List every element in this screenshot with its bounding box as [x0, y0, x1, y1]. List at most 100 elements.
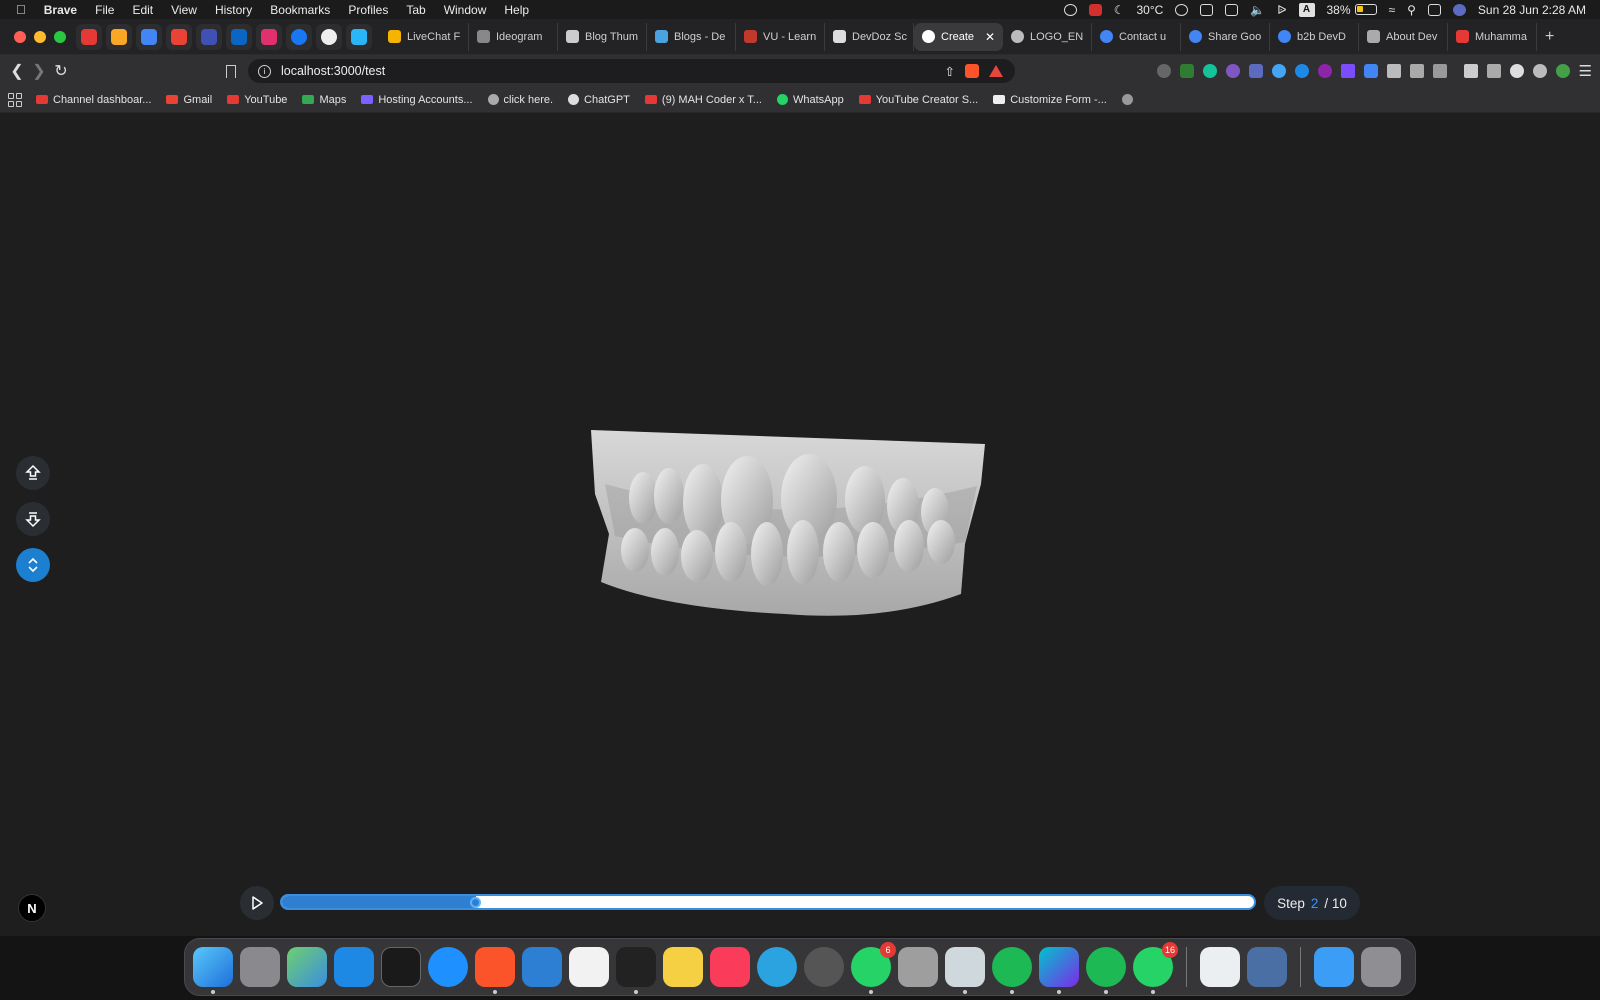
tab-devdoz[interactable]: DevDoz Sc	[825, 22, 914, 51]
extension-badge-icon[interactable]	[1317, 64, 1332, 78]
launchpad-icon[interactable]	[240, 947, 280, 987]
bookmark-mah-coder[interactable]: (9) MAH Coder x T...	[644, 94, 762, 106]
notes-icon[interactable]	[663, 947, 703, 987]
extension-translate-icon[interactable]	[1363, 64, 1378, 78]
bookmark-customize-form[interactable]: Customize Form -...	[993, 94, 1107, 106]
profile-avatar-icon[interactable]	[1555, 64, 1570, 78]
menu-profiles[interactable]: Profiles	[348, 3, 388, 17]
bookmark-maps[interactable]: Maps	[302, 94, 346, 106]
minimize-window-button[interactable]	[34, 30, 46, 43]
app-menu-name[interactable]: Brave	[44, 3, 77, 17]
bookmark-whatsapp[interactable]: WhatsApp	[776, 94, 844, 106]
menu-file[interactable]: File	[95, 3, 114, 17]
spotlight-search-icon[interactable]: ⚲	[1407, 3, 1416, 17]
extension-grammarly-icon[interactable]	[1202, 64, 1217, 78]
calculator-icon[interactable]	[898, 947, 938, 987]
tab-livechat[interactable]: LiveChat F	[380, 22, 469, 51]
wifi-icon[interactable]: ≈	[1389, 3, 1396, 17]
canva-icon[interactable]	[1039, 947, 1079, 994]
vpn-shield-icon[interactable]	[1532, 64, 1547, 78]
system-preferences-icon[interactable]	[804, 947, 844, 987]
pinned-tab-app[interactable]	[346, 23, 372, 50]
play-button[interactable]	[240, 886, 274, 920]
settings-icon[interactable]	[945, 947, 985, 994]
brave-shields-icon[interactable]	[965, 64, 979, 78]
telegram-icon[interactable]	[757, 947, 797, 987]
extension-globe-icon[interactable]	[1156, 64, 1171, 78]
vscode-icon[interactable]	[522, 947, 562, 987]
bluetooth-icon[interactable]: ᐉ	[1277, 3, 1286, 17]
clock-text[interactable]: Sun 28 Jun 2:28 AM	[1478, 3, 1586, 17]
slider-thumb[interactable]	[470, 897, 482, 908]
bookmark-youtube[interactable]: YouTube	[227, 94, 287, 106]
downloads-folder-icon[interactable]	[1314, 947, 1354, 987]
quicktime-icon[interactable]	[1247, 947, 1287, 987]
pinned-tab-ads[interactable]	[136, 23, 162, 50]
maps-app-icon[interactable]	[287, 947, 327, 987]
trash-icon[interactable]	[1361, 947, 1401, 987]
pinned-tab-analytics[interactable]	[106, 23, 132, 50]
extension-wappalyzer-icon[interactable]	[1179, 64, 1194, 78]
tab-blogs[interactable]: Blogs - De	[647, 22, 736, 51]
tab-about[interactable]: About Dev	[1359, 22, 1448, 51]
terminal-icon[interactable]	[381, 947, 421, 987]
menu-edit[interactable]: Edit	[132, 3, 153, 17]
input-source-icon[interactable]: A	[1298, 2, 1315, 17]
display-icon[interactable]	[1225, 3, 1239, 16]
apple-icon[interactable]: 	[16, 2, 26, 17]
pinned-tab-facebook[interactable]	[286, 23, 312, 50]
bookmark-hosting[interactable]: Hosting Accounts...	[361, 94, 473, 106]
app-store-icon[interactable]	[334, 947, 374, 987]
spotify-icon[interactable]	[1086, 947, 1126, 994]
extension-eyedropper-icon[interactable]	[1386, 64, 1401, 78]
play-status-icon[interactable]	[1175, 3, 1189, 16]
battery-status[interactable]: 38%	[1327, 3, 1377, 17]
siri-icon[interactable]	[1452, 3, 1466, 16]
affinity-icon[interactable]	[616, 947, 656, 994]
share-icon[interactable]: ⇧	[945, 64, 955, 79]
close-window-button[interactable]	[14, 30, 26, 43]
weather-icon[interactable]: ☾	[1114, 3, 1125, 17]
address-bar[interactable]: i localhost:3000/test ⇧	[248, 59, 1015, 83]
both-jaws-button[interactable]	[16, 548, 50, 582]
extension-d-icon[interactable]	[1248, 64, 1263, 78]
bookmark-page-icon[interactable]	[226, 65, 236, 78]
tab-contact[interactable]: Contact u	[1092, 22, 1181, 51]
extension-screenshot-icon[interactable]	[1432, 64, 1447, 78]
brave-icon[interactable]	[475, 947, 515, 994]
whatsapp-business-icon[interactable]: 16	[1133, 942, 1178, 994]
url-text[interactable]: localhost:3000/test	[281, 64, 385, 78]
teeth-3d-model[interactable]	[585, 424, 1005, 624]
step-slider[interactable]	[280, 894, 1256, 910]
nextjs-dev-badge[interactable]: N	[18, 894, 46, 922]
whatsapp-icon[interactable]: 6	[851, 942, 896, 994]
sidebar-toggle-icon[interactable]	[1463, 64, 1478, 78]
lower-jaw-button[interactable]	[16, 502, 50, 536]
finder-icon[interactable]	[193, 947, 233, 994]
grammarly-icon[interactable]	[1063, 3, 1077, 16]
tab-b2b[interactable]: b2b DevD	[1270, 22, 1359, 51]
bookmark-chatgpt[interactable]: ChatGPT	[568, 94, 630, 106]
menu-bookmarks[interactable]: Bookmarks	[270, 3, 330, 17]
car-app-icon[interactable]	[1200, 947, 1240, 987]
upper-jaw-button[interactable]	[16, 456, 50, 490]
apps-grid-icon[interactable]	[8, 92, 22, 107]
volume-icon[interactable]: 🔈	[1250, 3, 1265, 17]
tab-muhammad[interactable]: Muhamma	[1448, 22, 1537, 51]
tab-logo[interactable]: LOGO_EN	[1003, 22, 1092, 51]
tab-share-google[interactable]: Share Goo	[1181, 22, 1270, 51]
extension-web-icon[interactable]	[1225, 64, 1240, 78]
bookmark-youtube-creator[interactable]: YouTube Creator S...	[858, 94, 978, 106]
menu-tab[interactable]: Tab	[406, 3, 425, 17]
pinned-tab-box[interactable]	[196, 23, 222, 50]
close-tab-icon[interactable]: ✕	[985, 30, 995, 44]
menu-window[interactable]: Window	[444, 3, 487, 17]
extension-mail-icon[interactable]	[1271, 64, 1286, 78]
menu-hamburger-icon[interactable]: ☰	[1579, 62, 1592, 80]
leo-ai-icon[interactable]	[1509, 64, 1524, 78]
arc-icon[interactable]	[569, 947, 609, 987]
extension-font-icon[interactable]	[1340, 64, 1355, 78]
wallet-icon[interactable]	[1486, 64, 1501, 78]
pinned-tab-github[interactable]	[316, 23, 342, 50]
fiverr-icon[interactable]	[992, 947, 1032, 994]
